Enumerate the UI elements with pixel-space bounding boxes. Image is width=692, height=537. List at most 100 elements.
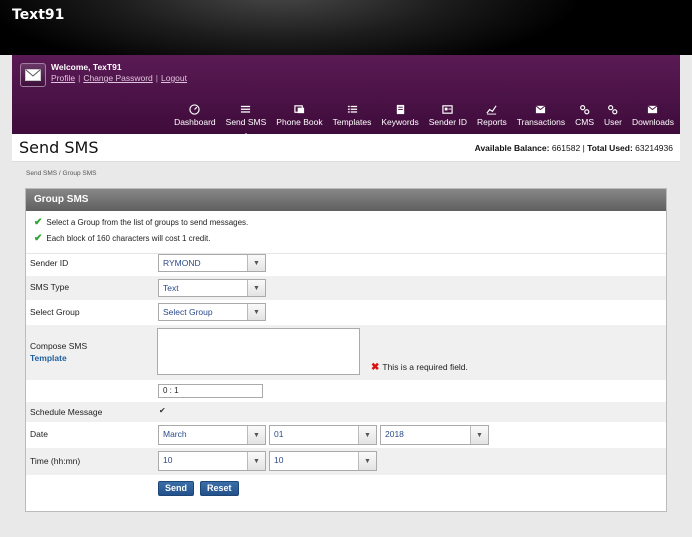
keywords-icon	[396, 104, 404, 115]
nav-phone-book[interactable]: Phone Book	[276, 104, 323, 127]
profile-link[interactable]: Profile	[51, 73, 75, 83]
nav-label: User	[603, 117, 622, 127]
mail-avatar-icon	[20, 63, 46, 87]
time-label: Time (hh:mn)	[30, 456, 81, 466]
year-select[interactable]: 2018 ▼	[380, 425, 489, 445]
nav-label: Phone Book	[276, 117, 323, 127]
cms-icon	[580, 105, 590, 115]
nav-label: Templates	[332, 117, 372, 127]
sms-type-row: SMS Type Text ▼	[26, 276, 666, 300]
nav-transactions[interactable]: Transactions	[517, 104, 565, 127]
select-value: 10	[274, 455, 284, 465]
note-text: Each block of 160 characters will cost 1…	[46, 234, 211, 243]
date-row: Date March ▼ 01 ▼ 2018 ▼	[26, 422, 666, 448]
date-label: Date	[30, 429, 48, 439]
check-icon: ✔	[34, 233, 43, 244]
change-password-link[interactable]: Change Password	[83, 73, 152, 83]
nav-label: CMS	[575, 117, 594, 127]
schedule-checkbox[interactable]: ✔	[159, 406, 167, 415]
nav-label: Keywords	[381, 117, 419, 127]
actions-row: Send Reset	[26, 475, 666, 503]
page-title: Send SMS	[19, 138, 99, 157]
nav-label: Transactions	[516, 117, 566, 127]
sender-id-icon	[442, 105, 454, 114]
nav-label: Reports	[476, 117, 507, 127]
used-label: Total Used:	[587, 143, 633, 153]
error-text: This is a required field.	[382, 362, 468, 372]
select-value: 2018	[385, 429, 404, 439]
nav-downloads[interactable]: Downloads	[632, 104, 674, 127]
info-note: ✔ Select a Group from the list of groups …	[34, 217, 658, 228]
sms-type-select[interactable]: Text ▼	[158, 279, 266, 297]
char-counter-field[interactable]: 0 : 1	[158, 384, 263, 398]
required-error: ✖ This is a required field.	[371, 362, 468, 373]
select-group-label: Select Group	[30, 307, 80, 317]
send-button[interactable]: Send	[158, 481, 195, 496]
page-titlebar: Send SMS Available Balance: 661582 | Tot…	[12, 134, 680, 162]
balance-value: 661582	[551, 143, 581, 153]
balance-summary: Available Balance: 661582 | Total Used: …	[474, 143, 673, 153]
nav-label: Sender ID	[428, 117, 467, 127]
month-select[interactable]: March ▼	[158, 425, 266, 445]
top-banner: Text91	[0, 0, 692, 55]
hour-select[interactable]: 10 ▼	[158, 451, 266, 471]
used-value: 63214936	[635, 143, 673, 153]
breadcrumb: Send SMS / Group SMS	[26, 170, 97, 177]
nav-send-sms[interactable]: Send SMS	[225, 104, 267, 138]
nav-templates[interactable]: Templates	[332, 104, 372, 127]
note-text: Select a Group from the list of groups t…	[46, 218, 249, 227]
reset-button[interactable]: Reset	[200, 481, 239, 496]
nav-reports[interactable]: Reports	[477, 104, 507, 127]
sender-id-select[interactable]: RYMOND ▼	[158, 254, 266, 272]
balance-label: Available Balance:	[474, 143, 550, 153]
info-notes: ✔ Select a Group from the list of groups …	[26, 211, 666, 254]
templates-icon	[347, 105, 357, 113]
dropdown-arrow-icon: ▼	[358, 452, 376, 470]
counter-row: 0 : 1	[26, 380, 666, 402]
check-icon: ✔	[34, 217, 43, 228]
minute-select[interactable]: 10 ▼	[269, 451, 377, 471]
select-value: March	[163, 429, 187, 439]
select-value: 10	[163, 455, 173, 465]
error-icon: ✖	[371, 362, 380, 373]
compose-label: Compose SMS	[30, 341, 88, 351]
template-link[interactable]: Template	[30, 353, 67, 363]
time-row: Time (hh:mn) 10 ▼ 10 ▼	[26, 448, 666, 475]
send-sms-icon	[241, 105, 251, 113]
nav-label: Downloads	[631, 117, 674, 127]
dropdown-arrow-icon: ▼	[470, 426, 488, 444]
dropdown-arrow-icon: ▼	[247, 304, 265, 320]
user-links: Profile | Change Password | Logout	[51, 73, 187, 83]
nav-sender-id[interactable]: Sender ID	[429, 104, 467, 127]
dropdown-arrow-icon: ▼	[358, 426, 376, 444]
logout-link[interactable]: Logout	[161, 73, 187, 83]
brand-logo[interactable]: Text91	[12, 7, 64, 23]
reports-icon	[486, 105, 497, 115]
sender-id-row: Sender ID RYMOND ▼	[26, 251, 666, 276]
schedule-label: Schedule Message	[30, 407, 103, 417]
schedule-row: Schedule Message ✔	[26, 402, 666, 422]
group-select[interactable]: Select Group ▼	[158, 303, 266, 321]
select-value: RYMOND	[163, 258, 201, 268]
nav-keywords[interactable]: Keywords	[381, 104, 419, 127]
dropdown-arrow-icon: ▼	[247, 255, 265, 271]
sms-type-label: SMS Type	[30, 282, 70, 292]
dashboard-icon	[189, 104, 201, 115]
compose-row: Compose SMS Template ✖ This is a required…	[26, 325, 666, 380]
panel-title: Group SMS	[26, 189, 666, 211]
nav-dashboard[interactable]: Dashboard	[174, 104, 216, 127]
phone-book-icon	[294, 105, 305, 114]
dropdown-arrow-icon: ▼	[247, 426, 265, 444]
transactions-icon	[536, 105, 546, 114]
nav-cms[interactable]: CMS	[575, 104, 594, 127]
downloads-icon	[648, 105, 658, 114]
nav-label: Send SMS	[225, 117, 267, 127]
dropdown-arrow-icon: ▼	[247, 452, 265, 470]
sender-id-label: Sender ID	[30, 258, 69, 268]
user-icon	[608, 105, 618, 115]
select-value: Select Group	[163, 307, 213, 317]
nav-user[interactable]: User	[604, 104, 622, 127]
main-nav: Dashboard Send SMS Phone Book Templates …	[164, 97, 674, 138]
day-select[interactable]: 01 ▼	[269, 425, 377, 445]
message-textarea[interactable]	[157, 328, 360, 375]
